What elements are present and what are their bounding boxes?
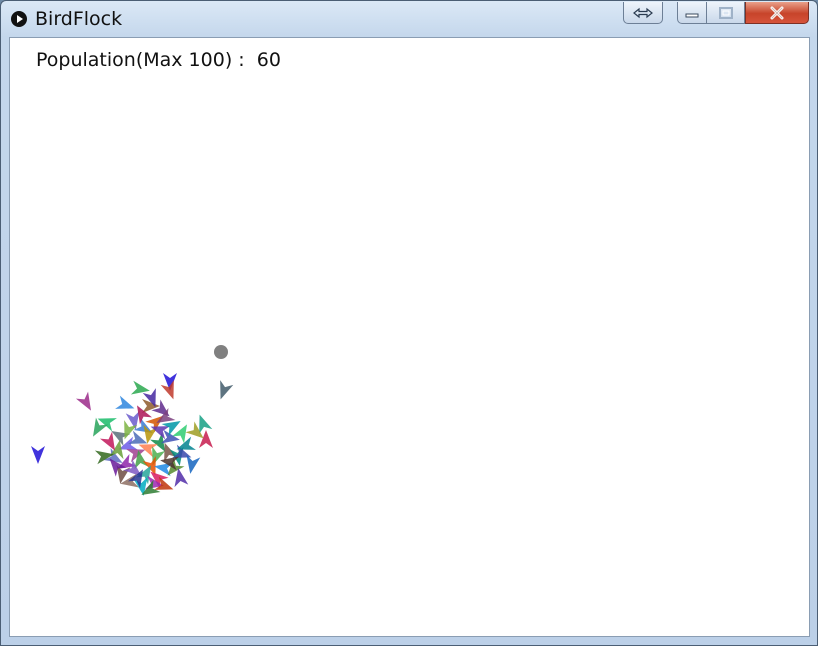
- close-icon: [770, 6, 784, 19]
- window-title: BirdFlock: [35, 8, 123, 30]
- sketch-canvas[interactable]: Population(Max 100) : 60: [9, 37, 810, 637]
- minimize-icon: [685, 13, 699, 17]
- double-arrow-icon: [633, 7, 653, 18]
- title-bar[interactable]: BirdFlock: [1, 1, 817, 37]
- maximize-icon: [718, 6, 733, 19]
- flock-layer: [31, 345, 234, 496]
- app-window: BirdFlock Population(Max 100) : 60: [0, 0, 818, 646]
- close-button[interactable]: [745, 2, 809, 24]
- bird-boid: [199, 430, 213, 448]
- bird-boid: [115, 395, 135, 409]
- bird-boid: [75, 391, 91, 411]
- resize-button[interactable]: [623, 2, 663, 24]
- bird-boid: [186, 454, 201, 474]
- minimize-button[interactable]: [677, 2, 707, 24]
- bird-boid: [31, 446, 45, 464]
- maximize-button[interactable]: [707, 2, 745, 24]
- app-icon[interactable]: [11, 11, 27, 27]
- bird-boid: [220, 380, 234, 400]
- obstacle-dot: [214, 345, 228, 359]
